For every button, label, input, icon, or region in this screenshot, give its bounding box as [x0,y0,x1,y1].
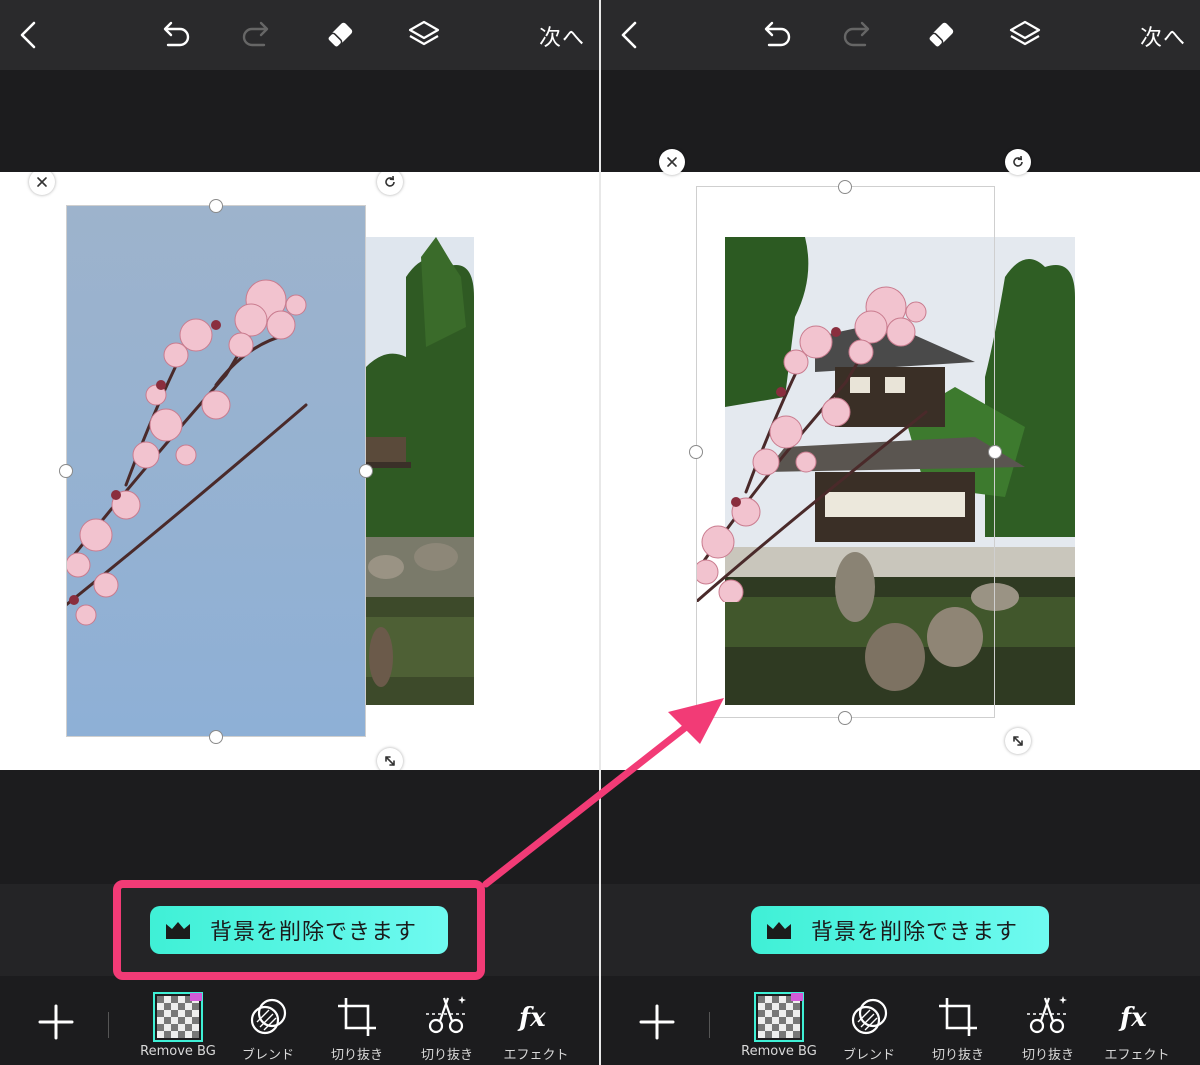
tip-area: 背景を削除できます [601,884,1200,976]
add-button[interactable] [36,1002,76,1042]
delete-layer-button[interactable] [29,172,55,195]
eraser-icon[interactable] [322,17,358,53]
cutout-scissors-icon [426,996,466,1034]
resize-handle-bottom[interactable] [209,730,223,744]
scale-layer-button[interactable] [377,748,403,770]
close-icon [667,157,677,167]
blend-icon [250,998,287,1035]
delete-layer-button[interactable] [659,149,685,175]
tool-blend-label: ブレンド [842,1048,895,1063]
tool-cutout-label: 切り抜き [420,1048,473,1063]
next-button[interactable]: 次へ [1140,20,1186,52]
tool-crop[interactable]: 切り抜き [914,992,1002,1063]
temple-photo [366,237,474,705]
selection-box [696,186,995,718]
resize-handle-top[interactable] [209,199,223,213]
cutout-scissors-icon [1027,996,1067,1034]
fx-icon: fx [517,1003,546,1033]
blend-icon [851,998,888,1035]
tip-text: 背景を削除できます [811,920,1019,945]
crown-icon [767,922,791,939]
tool-effects-label: エフェクト [1104,1048,1170,1063]
tool-effects[interactable]: fx エフェクト [492,992,580,1063]
remove-bg-icon [153,992,203,1042]
resize-handle-right[interactable] [988,445,1002,459]
scale-layer-button[interactable] [1005,728,1031,754]
crop-icon [338,998,376,1036]
remove-bg-tip-button[interactable]: 背景を削除できます [751,906,1049,954]
tool-cutout[interactable]: 切り抜き [403,992,491,1063]
rotate-layer-button[interactable] [377,172,403,195]
selection-box [66,205,366,737]
tool-crop[interactable]: 切り抜き [313,992,401,1063]
layers-icon[interactable] [406,17,442,53]
bottom-toolbar: Remove BG ブレンド 切り抜き 切り抜き fx エフェクト [0,976,599,1065]
tool-remove-bg[interactable]: Remove BG [735,992,823,1062]
scale-icon [1013,736,1023,746]
svg-text:fx: fx [517,1003,546,1033]
plus-icon [639,1004,675,1040]
tool-cutout[interactable]: 切り抜き [1004,992,1092,1063]
resize-handle-left[interactable] [689,445,703,459]
undo-icon[interactable] [757,17,793,53]
tool-blend[interactable]: ブレンド [825,992,913,1063]
editing-canvas[interactable] [601,172,1200,770]
scale-icon [385,756,395,766]
tool-blend-label: ブレンド [241,1048,294,1063]
close-icon [37,177,47,187]
top-bar: 次へ [601,0,1200,70]
tool-cutout-label: 切り抜き [1021,1048,1074,1063]
rotate-icon [385,175,395,187]
redo-icon[interactable] [240,17,276,53]
crop-icon [939,998,977,1036]
bottom-toolbar: Remove BG ブレンド 切り抜き 切り抜き fx エフェクト [601,976,1200,1065]
fx-icon: fx [1118,1003,1147,1033]
editing-canvas[interactable] [0,172,599,770]
right-editor-screen: 次へ 背景を削除できます Remove BG ブレンド 切り抜き 切り抜き fx… [601,0,1200,1065]
toolbar-divider [108,1012,109,1038]
next-button[interactable]: 次へ [539,20,585,52]
eraser-icon[interactable] [923,17,959,53]
tool-effects-label: エフェクト [503,1048,569,1063]
resize-handle-top[interactable] [838,180,852,194]
tool-crop-label: 切り抜き [330,1048,383,1063]
undo-icon[interactable] [156,17,192,53]
tool-remove-bg-label: Remove BG [741,1044,817,1059]
toolbar-divider [709,1012,710,1038]
resize-handle-bottom[interactable] [838,711,852,725]
remove-bg-icon [754,992,804,1042]
rotate-icon [1013,155,1023,167]
resize-handle-left[interactable] [59,464,73,478]
tool-blend[interactable]: ブレンド [224,992,312,1063]
top-bar: 次へ [0,0,599,70]
rotate-layer-button[interactable] [1005,149,1031,175]
svg-text:fx: fx [1118,1003,1147,1033]
layers-icon[interactable] [1007,17,1043,53]
add-button[interactable] [637,1002,677,1042]
tool-crop-label: 切り抜き [931,1048,984,1063]
resize-handle-right[interactable] [359,464,373,478]
tool-effects[interactable]: fx エフェクト [1093,992,1181,1063]
back-icon[interactable] [12,17,48,53]
redo-icon[interactable] [841,17,877,53]
tool-remove-bg-label: Remove BG [140,1044,216,1059]
plus-icon [38,1004,74,1040]
back-icon[interactable] [613,17,649,53]
tool-remove-bg[interactable]: Remove BG [134,992,222,1062]
annotation-highlight-box [113,880,485,980]
